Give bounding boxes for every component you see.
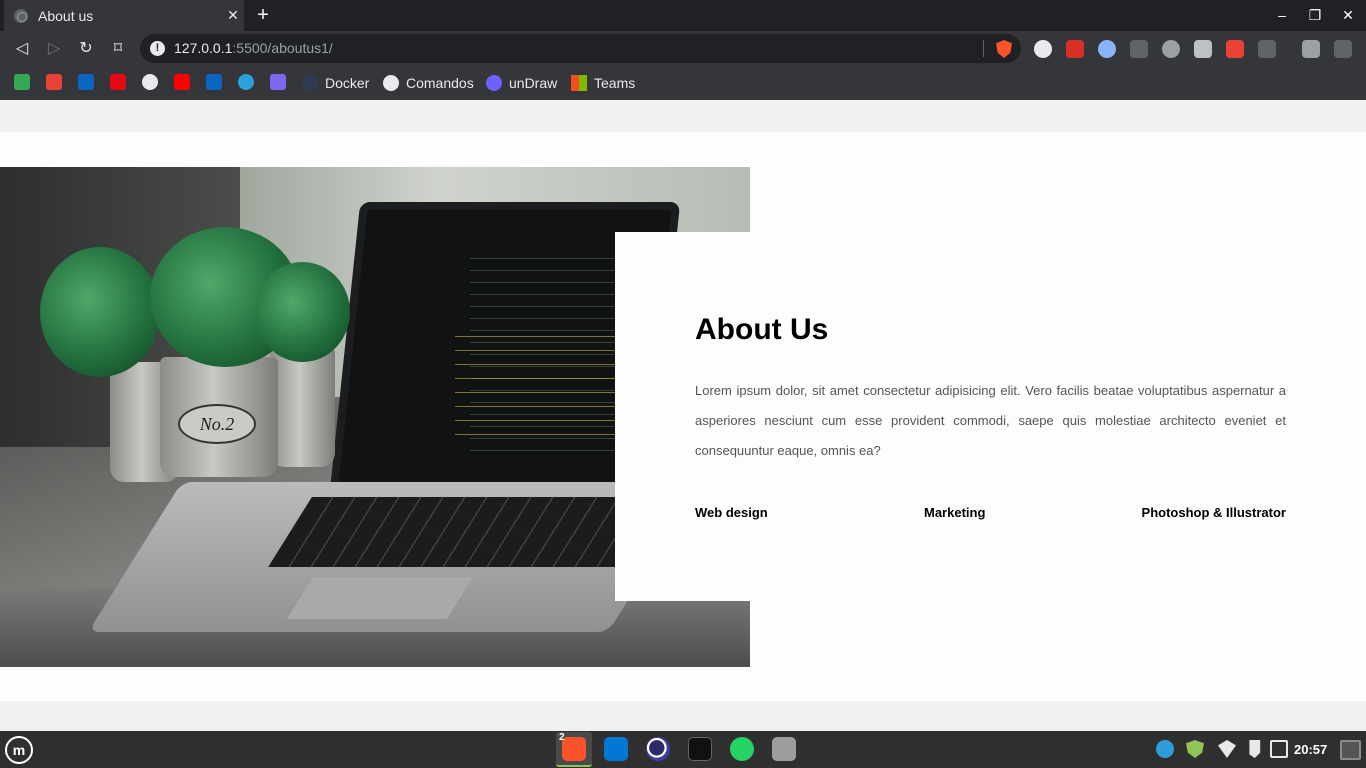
skill-marketing: Marketing [924,505,986,520]
omnibox-divider [983,40,984,57]
linkedin-icon[interactable] [206,74,222,90]
brave-shield-icon[interactable] [996,40,1012,58]
taskbar-vscode[interactable] [598,732,634,767]
page-viewport: No.2 About Us Lorem ipsum dolor, sit ame… [0,100,1366,731]
eclipse-icon [646,737,670,761]
system-taskbar: m 2 20:57 [0,731,1366,768]
clipboard-icon[interactable] [1270,740,1288,758]
bluetooth-icon[interactable] [1156,740,1174,758]
about-title: About Us [695,313,829,346]
update-shield-icon[interactable] [1186,740,1204,758]
keyboard [268,497,672,567]
bookmark-undraw[interactable]: unDraw [486,73,557,93]
github-icon [383,75,399,91]
lastpass-extension-icon[interactable] [1066,40,1084,58]
vscode-icon [604,737,628,761]
url-text[interactable]: 127.0.0.1:5500/aboutus1/ [174,40,333,56]
react-devtools-icon[interactable] [1162,40,1180,58]
system-clock[interactable]: 20:57 [1294,742,1327,757]
formula-extension-icon[interactable] [1258,40,1276,58]
close-tab-icon[interactable]: ✕ [222,7,244,24]
camera-extension-icon[interactable] [1194,40,1212,58]
code-highlights [455,327,615,447]
menu-icon[interactable] [1334,40,1352,58]
show-desktop-button[interactable] [1340,740,1361,760]
bookmark-button[interactable]: ⌑ [107,38,129,60]
window-count-badge: 2 [559,732,565,743]
bookmark-teams[interactable]: Teams [571,73,635,93]
wifi-icon[interactable] [1218,740,1236,758]
tab-strip: About us ✕ + – ❐ ✕ [0,0,1366,31]
gmail-icon[interactable] [46,74,62,90]
trackpad [286,577,474,619]
folder-icon [772,737,796,761]
bookmark-label: Docker [325,75,370,91]
tab-title: About us [38,7,94,24]
undraw-icon [486,75,502,91]
plant-foliage-left [40,247,160,377]
site-info-icon[interactable]: ! [150,41,165,56]
circle-extension-icon[interactable] [1098,40,1116,58]
terminal-icon [688,737,712,761]
whatsapp-icon [730,737,754,761]
plant-pot-right [270,347,335,467]
taskbar-app-circle[interactable] [640,732,676,767]
github-extension-icon[interactable] [1034,40,1052,58]
new-tab-button[interactable]: + [252,3,274,27]
about-description: Lorem ipsum dolor, sit amet consectetur … [695,383,1286,458]
microsoft-icon [571,75,587,91]
skill-photoshop-illustrator: Photoshop & Illustrator [1141,505,1286,520]
minimize-button[interactable]: – [1266,0,1298,31]
skill-web-design: Web design [695,505,768,520]
telegram-icon[interactable] [238,74,254,90]
taskbar-whatsapp[interactable] [724,732,760,767]
docker-icon [302,75,318,91]
calendar-icon[interactable] [270,74,286,90]
address-bar[interactable]: ! 127.0.0.1:5500/aboutus1/ [140,34,1021,63]
reload-button[interactable]: ↻ [75,38,97,60]
close-window-button[interactable]: ✕ [1332,0,1364,31]
url-host: 127.0.0.1 [174,40,233,56]
youtube-icon[interactable] [174,74,190,90]
back-button[interactable]: ◁ [11,38,33,60]
maximize-button[interactable]: ❐ [1299,0,1331,31]
tab-about-us[interactable]: About us ✕ [4,0,244,31]
bookmark-label: unDraw [509,75,558,91]
google-drive-icon[interactable] [14,74,30,90]
globe-icon [14,8,28,23]
bookmarks-bar: Docker Comandos unDraw Teams [0,66,1366,100]
eyedropper-extension-icon[interactable] [1130,40,1148,58]
taskbar-terminal[interactable] [682,732,718,767]
about-card: About Us Lorem ipsum dolor, sit amet con… [615,232,1366,601]
bookmark-docker[interactable]: Docker [302,73,369,93]
taskbar-files[interactable] [766,732,802,767]
forward-button[interactable]: ▷ [43,38,65,60]
bookmark-comandos[interactable]: Comandos [383,73,474,93]
taskbar-brave[interactable]: 2 [556,732,592,767]
music-note-icon[interactable] [1249,740,1261,758]
linux-mint-menu-icon[interactable]: m [5,736,33,764]
netflix-icon[interactable] [110,74,126,90]
media-control-icon[interactable] [1302,40,1320,58]
plant-foliage-right [255,262,350,362]
github-icon[interactable] [142,74,158,90]
url-path: :5500/aboutus1/ [232,40,333,56]
bookmark-label: Teams [594,75,636,91]
brave-icon [562,737,586,761]
notification-extension-icon[interactable] [1226,40,1244,58]
pot-label: No.2 [178,404,256,444]
outlook-icon[interactable] [78,74,94,90]
about-section: No.2 About Us Lorem ipsum dolor, sit ame… [0,132,1366,701]
bookmark-label: Comandos [406,75,474,91]
